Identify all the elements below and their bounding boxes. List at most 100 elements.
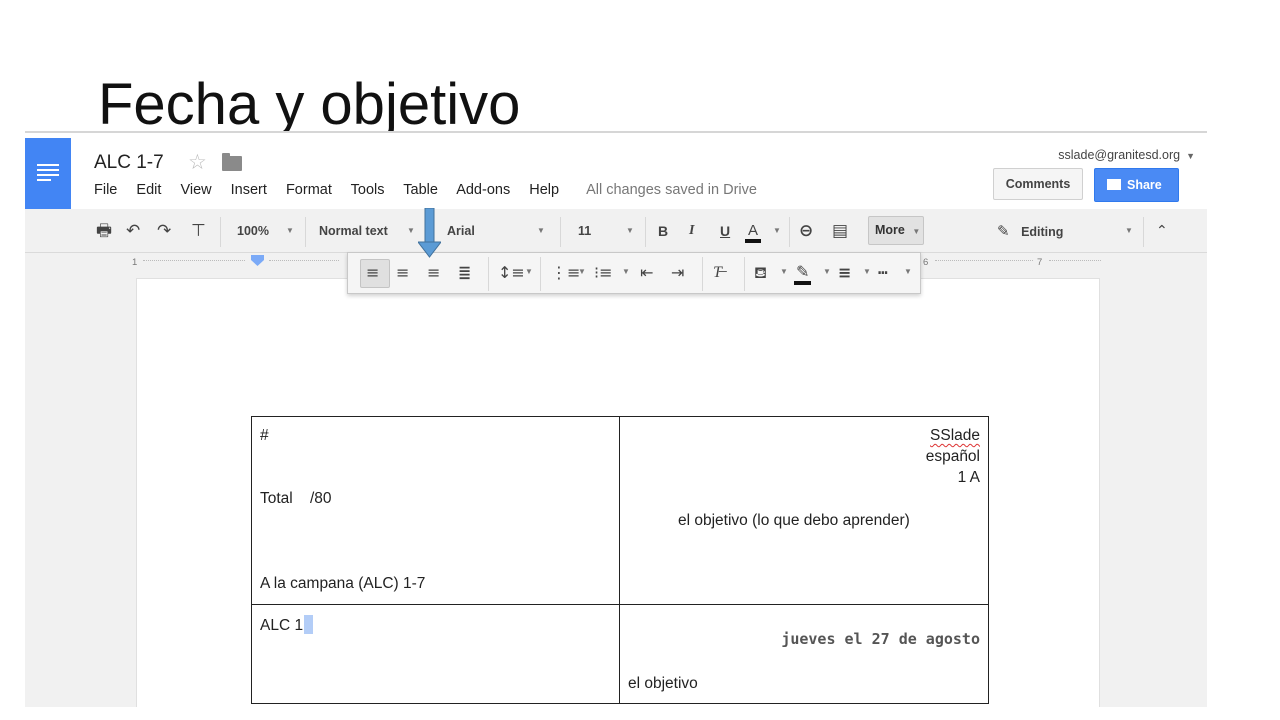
- account-email: sslade@granitesd.org: [1058, 148, 1181, 162]
- folder-icon[interactable]: [222, 153, 242, 171]
- italic-button[interactable]: I: [689, 209, 694, 253]
- border-width-icon[interactable]: ≡: [838, 263, 851, 283]
- account-menu[interactable]: sslade@granitesd.org ▼: [1058, 148, 1195, 162]
- paint-format-icon[interactable]: ⊤: [191, 221, 206, 241]
- menu-view[interactable]: View: [180, 182, 211, 198]
- chevron-down-icon: ▼: [1186, 151, 1195, 161]
- collapse-toolbar-icon[interactable]: ⌃: [1156, 221, 1168, 241]
- share-label: Share: [1127, 178, 1162, 192]
- align-right-icon[interactable]: ≡: [427, 263, 440, 283]
- subject-text: español: [925, 448, 980, 465]
- border-color-icon[interactable]: ✎: [794, 263, 812, 285]
- font-value: Arial: [447, 224, 475, 238]
- chevron-down-icon: ▼: [904, 267, 912, 276]
- docs-header: ALC 1-7 ☆ File Edit View Insert Format T…: [25, 133, 1207, 209]
- font-size-value: 11: [578, 224, 592, 238]
- align-justify-icon[interactable]: ≣: [458, 263, 471, 283]
- alc-text: ALC 1: [260, 617, 304, 634]
- zoom-select[interactable]: 100% ▼: [237, 209, 297, 253]
- align-center-icon[interactable]: ≡: [396, 263, 409, 283]
- pencil-icon: ✎: [997, 222, 1010, 240]
- chevron-down-icon: ▼: [537, 226, 545, 235]
- style-select[interactable]: Normal text ▼: [319, 209, 419, 253]
- chevron-down-icon: ▼: [780, 267, 788, 276]
- menu-insert[interactable]: Insert: [231, 182, 267, 198]
- star-icon[interactable]: ☆: [188, 150, 207, 174]
- bold-button[interactable]: B: [658, 209, 668, 253]
- chevron-down-icon: ▼: [912, 227, 921, 236]
- mode-value: Editing: [1021, 225, 1064, 239]
- ruler-number: 7: [1037, 257, 1043, 268]
- table-row: # Total /80 A la campana (ALC) 1-7 SSlad…: [251, 416, 989, 605]
- menu-tools[interactable]: Tools: [351, 182, 385, 198]
- print-icon[interactable]: 🖶: [96, 221, 112, 241]
- paint-bucket-icon[interactable]: ⛾: [754, 263, 767, 283]
- document-table[interactable]: # Total /80 A la campana (ALC) 1-7 SSlad…: [251, 416, 989, 704]
- chevron-down-icon: ▼: [773, 226, 781, 235]
- chevron-down-icon: ▼: [407, 226, 415, 235]
- ruler-number: 1: [132, 257, 138, 268]
- clear-formatting-icon[interactable]: T̶: [713, 263, 722, 283]
- more-button[interactable]: More ▼: [868, 216, 924, 245]
- chevron-down-icon: ▼: [286, 226, 294, 235]
- chevron-down-icon: ▼: [578, 267, 586, 276]
- chevron-down-icon: ▼: [525, 267, 533, 276]
- slide: Fecha y objetivo ALC 1-7 ☆ File Edit Vie…: [0, 0, 1280, 720]
- menu-format[interactable]: Format: [286, 182, 332, 198]
- table-cell[interactable]: SSlade español 1 A el objetivo (lo que d…: [619, 416, 989, 605]
- more-toolbar-popup: ≡ ≡ ≡ ≣ ↕≡ ▼ ⋮≡ ▼ ⁝≡ ▼ ⇤ ⇥ T̶ ⛾ ▼ ✎ ▼ ≡ …: [347, 252, 921, 294]
- menu-addons[interactable]: Add-ons: [456, 182, 510, 198]
- chevron-down-icon: ▼: [823, 267, 831, 276]
- style-value: Normal text: [319, 224, 388, 238]
- underline-button[interactable]: U: [720, 209, 730, 253]
- doc-title[interactable]: ALC 1-7: [94, 152, 164, 174]
- share-button[interactable]: Share: [1094, 168, 1179, 202]
- document-page[interactable]: # Total /80 A la campana (ALC) 1-7 SSlad…: [136, 278, 1100, 707]
- total-text: Total /80: [260, 490, 332, 507]
- decrease-indent-icon[interactable]: ⇤: [640, 263, 653, 283]
- align-left-icon[interactable]: ≡: [366, 263, 379, 283]
- menu-table[interactable]: Table: [403, 182, 438, 198]
- zoom-value: 100%: [237, 224, 269, 238]
- save-status[interactable]: All changes saved in Drive: [586, 182, 757, 198]
- chevron-down-icon: ▼: [1125, 226, 1133, 235]
- hash-text: #: [260, 427, 269, 444]
- comments-button[interactable]: Comments: [993, 168, 1083, 200]
- more-label: More: [875, 223, 905, 237]
- chevron-down-icon: ▼: [863, 267, 871, 276]
- indent-marker-icon[interactable]: [251, 255, 264, 266]
- border-dash-icon[interactable]: ┅: [878, 263, 888, 283]
- menu-file[interactable]: File: [94, 182, 117, 198]
- text-color-label: A: [745, 222, 762, 243]
- docs-logo-icon[interactable]: [25, 138, 71, 209]
- table-cell[interactable]: jueves el 27 de agosto el objetivo: [619, 604, 989, 704]
- table-cell[interactable]: # Total /80 A la campana (ALC) 1-7: [251, 416, 620, 605]
- undo-icon[interactable]: ↶: [126, 221, 140, 241]
- font-select[interactable]: Arial ▼: [447, 209, 547, 253]
- teacher-name: SSlade: [930, 427, 980, 444]
- building-icon: [1107, 179, 1121, 190]
- period-text: 1 A: [957, 469, 980, 486]
- alc-text-wrap: ALC 1: [260, 615, 314, 635]
- menu-help[interactable]: Help: [529, 182, 559, 198]
- editing-mode-select[interactable]: ✎ Editing ▼: [997, 209, 1137, 253]
- menu-edit[interactable]: Edit: [136, 182, 161, 198]
- toolbar: 🖶 ↶ ↷ ⊤ 100% ▼ Normal text ▼ Arial ▼ 11: [25, 209, 1207, 253]
- bulleted-list-icon[interactable]: ⁝≡: [594, 263, 613, 283]
- increase-indent-icon[interactable]: ⇥: [671, 263, 684, 283]
- chevron-down-icon: ▼: [622, 267, 630, 276]
- objective-text: el objetivo: [628, 675, 698, 692]
- objective-text: el objetivo (lo que debo aprender): [678, 512, 910, 529]
- docs-screenshot: ALC 1-7 ☆ File Edit View Insert Format T…: [25, 131, 1207, 707]
- link-icon[interactable]: ⊖: [799, 221, 813, 241]
- font-size-select[interactable]: 11 ▼: [578, 209, 638, 253]
- text-color-button[interactable]: A ▼: [745, 209, 781, 253]
- numbered-list-icon[interactable]: ⋮≡: [551, 263, 580, 283]
- table-row: ALC 1 jueves el 27 de agosto el objetivo: [251, 604, 989, 704]
- line-spacing-icon[interactable]: ↕≡: [498, 263, 525, 283]
- redo-icon[interactable]: ↷: [157, 221, 171, 241]
- table-cell[interactable]: ALC 1: [251, 604, 620, 704]
- menu-bar: File Edit View Insert Format Tools Table…: [94, 182, 772, 198]
- comment-icon[interactable]: ▤: [832, 221, 848, 241]
- annotation-arrow-icon: [418, 208, 441, 258]
